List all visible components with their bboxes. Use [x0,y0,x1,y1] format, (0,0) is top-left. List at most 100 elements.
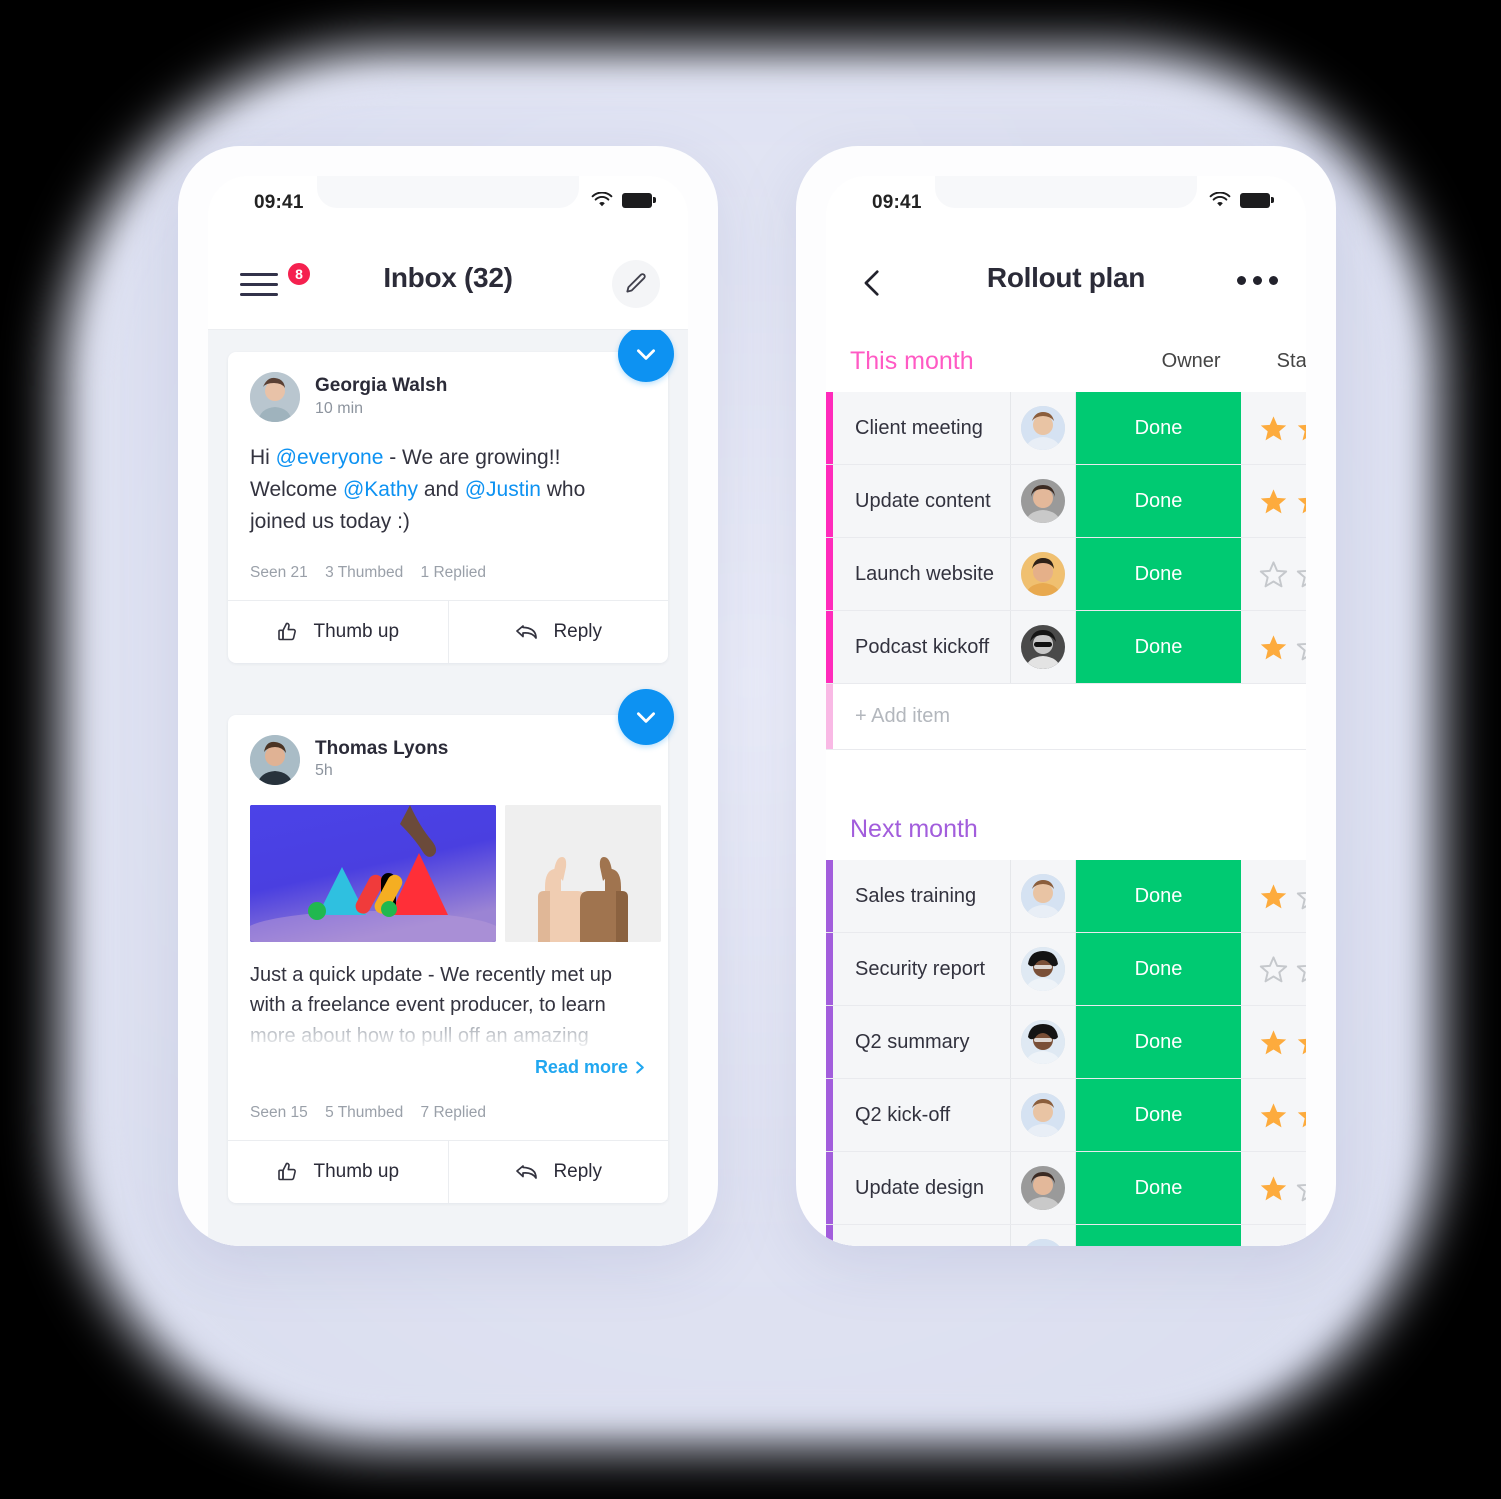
row-status[interactable]: Done [1076,860,1241,932]
battery-icon [1240,192,1274,208]
star-outline-icon[interactable] [1296,1174,1306,1203]
row-status[interactable]: Done [1076,1152,1241,1224]
check-circle-icon[interactable] [618,688,674,745]
row-status[interactable]: Done [1076,1079,1241,1151]
row-owner[interactable] [1011,1079,1076,1151]
wifi-icon [591,192,613,207]
row-rating[interactable] [1241,1006,1306,1078]
row-accent [826,611,833,683]
avatar-owner-3 [1021,552,1065,596]
table-row[interactable]: Security report Done [826,933,1306,1006]
row-status[interactable]: Done [1076,538,1241,610]
table-row[interactable]: Podcast kickoff Done [826,611,1306,684]
post-time: 5h [315,762,333,780]
star-filled-icon[interactable] [1259,633,1288,662]
row-status[interactable]: Done [1076,611,1241,683]
row-owner[interactable] [1011,611,1076,683]
row-owner[interactable] [1011,392,1076,464]
row-owner[interactable] [1011,860,1076,932]
post-text-line-faded: more about how to pull off an amazing [250,1021,646,1051]
avatar-owner-1 [1021,874,1065,918]
row-status[interactable]: Done [1076,1006,1241,1078]
replied-count: 7 Replied [420,1103,487,1121]
row-rating[interactable] [1241,1079,1306,1151]
thumb-up-button[interactable]: Thumb up [228,601,448,663]
row-accent [826,933,833,1005]
row-rating[interactable] [1241,1225,1306,1246]
add-item-row[interactable]: + Add item [826,684,1306,750]
avatar-owner-1 [1021,406,1065,450]
reply-button[interactable]: Reply [447,600,669,663]
star-filled-icon[interactable] [1296,1028,1306,1057]
board-content[interactable]: This month Owner Status Client meeting D… [826,330,1306,1246]
mention-link[interactable]: @everyone [276,446,384,469]
mention-link[interactable]: @Kathy [343,478,418,501]
group-header-next-month[interactable]: Next month [826,798,1306,860]
table-row[interactable]: Q2 summary Done [826,1006,1306,1079]
table-row[interactable]: Launch website Done [826,538,1306,611]
thumb-up-label: Thumb up [313,620,400,642]
replied-count: 1 Replied [420,563,487,581]
row-rating[interactable] [1241,933,1306,1005]
row-rating[interactable] [1241,1152,1306,1224]
right-status-bar: 09:41 [826,176,1306,238]
star-outline-icon[interactable] [1296,560,1306,589]
row-rating[interactable] [1241,538,1306,610]
table-row[interactable]: Update content Done [826,465,1306,538]
post-text-line: Just a quick update - We recently met up [250,963,613,986]
row-status[interactable] [1076,1225,1241,1246]
table-row[interactable]: Update design Done [826,1152,1306,1225]
table-row[interactable]: Sales training Done [826,860,1306,933]
thumb-up-button[interactable]: Thumb up [228,1141,448,1203]
star-outline-icon[interactable] [1296,955,1306,984]
star-filled-icon[interactable] [1259,1028,1288,1057]
row-owner[interactable] [1011,1006,1076,1078]
avatar-owner-5 [1021,1020,1065,1064]
pencil-edit-icon[interactable] [612,260,660,308]
star-filled-icon[interactable] [1259,882,1288,911]
image-shapes-hand [250,804,496,942]
star-outline-icon[interactable] [1259,560,1288,589]
row-owner[interactable] [1011,1152,1076,1224]
row-status[interactable]: Done [1076,933,1241,1005]
star-filled-icon[interactable] [1296,1101,1306,1130]
reply-button[interactable]: Reply [447,1140,669,1203]
row-owner[interactable] [1011,933,1076,1005]
star-outline-icon[interactable] [1296,633,1306,662]
star-filled-icon[interactable] [1296,414,1306,443]
row-rating[interactable] [1241,465,1306,537]
table-row[interactable] [826,1225,1306,1246]
star-filled-icon[interactable] [1259,1174,1288,1203]
table-row[interactable]: Q2 kick-off Done [826,1079,1306,1152]
mention-link[interactable]: @Justin [465,478,541,501]
star-filled-icon[interactable] [1259,1101,1288,1130]
column-headers: Owner Status [974,330,1306,392]
star-filled-icon[interactable] [1296,487,1306,516]
star-filled-icon[interactable] [1259,414,1288,443]
star-outline-icon[interactable] [1296,882,1306,911]
reply-arrow-icon [516,624,538,639]
row-owner[interactable] [1011,1225,1076,1246]
table-row[interactable]: Client meeting Done [826,392,1306,465]
row-owner[interactable] [1011,538,1076,610]
more-horizontal-icon[interactable] [1237,276,1278,285]
read-more-link[interactable]: Read more [228,1051,668,1078]
row-status[interactable]: Done [1076,392,1241,464]
status-time: 09:41 [872,192,922,213]
star-outline-icon[interactable] [1259,955,1288,984]
post-text-segment: Hi [250,446,276,469]
star-filled-icon[interactable] [1259,487,1288,516]
phone-right-board: 09:41 Rollout plan This month Owner Sta … [796,146,1336,1246]
post-header: Thomas Lyons 5h [228,715,668,791]
row-name: Client meeting [833,392,1011,464]
row-rating[interactable] [1241,611,1306,683]
row-status[interactable]: Done [1076,465,1241,537]
row-rating[interactable] [1241,860,1306,932]
row-accent [826,1079,833,1151]
group-header-this-month[interactable]: This month Owner Status [826,330,1306,392]
row-rating[interactable] [1241,392,1306,464]
row-owner[interactable] [1011,465,1076,537]
inbox-feed[interactable]: Georgia Walsh 10 min Hi @everyone - We a… [208,330,688,1246]
avatar-owner-2 [1021,479,1065,523]
row-name: Security report [833,933,1011,1005]
